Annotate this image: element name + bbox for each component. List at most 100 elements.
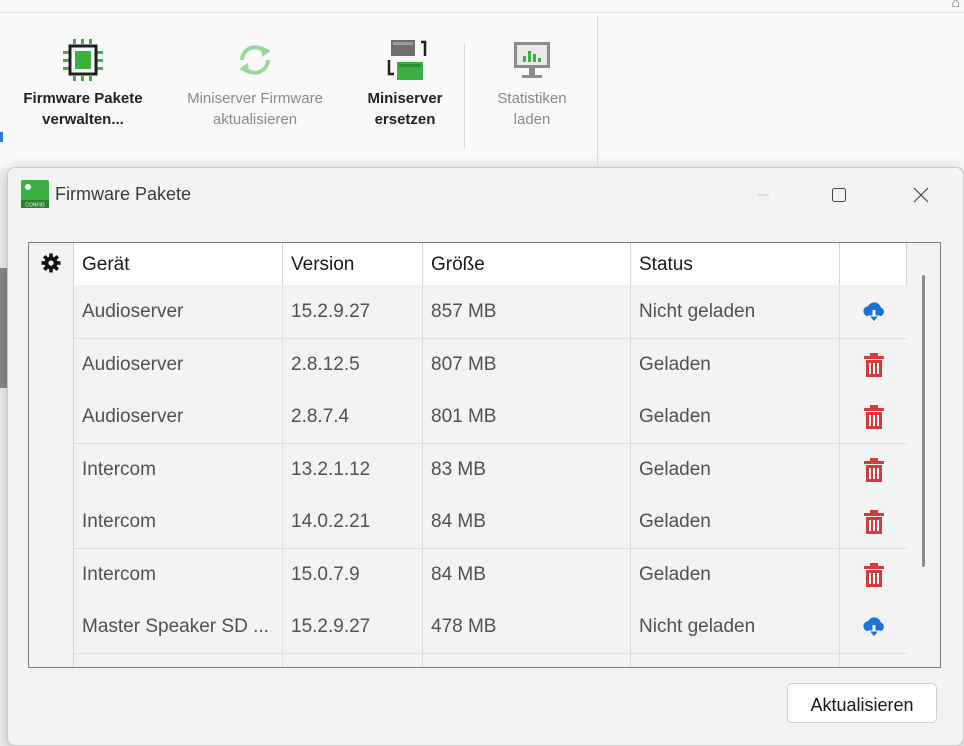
dialog-titlebar[interactable]: CONFIG Firmware Pakete <box>8 168 963 220</box>
cell-device: Audioserver <box>74 391 283 443</box>
cell-size: 807 MB <box>423 338 631 391</box>
maximize-button[interactable] <box>816 176 862 214</box>
delete-package-button[interactable] <box>840 496 907 548</box>
cell-device: Intercom <box>74 496 283 548</box>
table-row[interactable]: Intercom 13.2.1.12 83 MB Geladen <box>74 443 907 497</box>
dialog-title: Firmware Pakete <box>55 184 192 204</box>
ribbon-label-line1: Miniserver Firmware <box>187 90 323 107</box>
table-row[interactable]: Intercom 15.0.7.9 84 MB Geladen <box>74 548 907 602</box>
download-package-button[interactable] <box>840 286 907 338</box>
config-app-icon: CONFIG <box>21 180 49 208</box>
replace-miniserver-button[interactable]: Miniserver ersetzen <box>355 38 455 130</box>
scrollbar-thumb[interactable] <box>922 275 925 567</box>
cell-device: Audioserver <box>74 338 283 391</box>
close-icon <box>913 187 929 203</box>
cell-status: Geladen <box>631 443 840 496</box>
cell-empty <box>423 653 631 667</box>
column-header-size[interactable]: Größe <box>423 243 631 285</box>
cell-size: 84 MB <box>423 548 631 601</box>
cell-status: Nicht geladen <box>631 601 840 653</box>
update-miniserver-firmware-button[interactable]: Miniserver Firmware aktualisieren <box>163 38 347 130</box>
table-row[interactable] <box>74 653 907 667</box>
refresh-button[interactable]: Aktualisieren <box>787 683 937 723</box>
ribbon-edge-indicator <box>0 132 3 142</box>
cell-empty <box>74 653 283 667</box>
manage-firmware-packages-button[interactable]: Firmware Pakete verwalten... <box>8 38 158 130</box>
table-row[interactable]: Audioserver 15.2.9.27 857 MB Nicht geladen <box>74 286 907 339</box>
table-row[interactable]: Audioserver 2.8.12.5 807 MB Geladen <box>74 338 907 392</box>
ribbon-label-line1: Firmware Pakete <box>23 90 143 107</box>
cell-size: 857 MB <box>423 286 631 338</box>
cell-version: 15.2.9.27 <box>283 286 423 338</box>
ribbon: ⌂ Firmware Pakete verwalten... Miniserve… <box>0 0 964 168</box>
cell-size: 801 MB <box>423 391 631 443</box>
cell-size: 478 MB <box>423 601 631 653</box>
cell-status: Geladen <box>631 338 840 391</box>
firmware-packages-dialog: CONFIG Firmware Pakete Gerät Version Grö… <box>7 167 964 746</box>
cell-empty <box>631 653 840 667</box>
ribbon-group-firmware: Firmware Pakete verwalten... Miniserver … <box>0 16 598 166</box>
chip-icon <box>63 39 103 81</box>
statistics-chart-icon <box>514 42 550 78</box>
trash-icon <box>863 457 884 482</box>
delete-package-button[interactable] <box>840 339 907 391</box>
close-button[interactable] <box>898 176 944 214</box>
trash-icon <box>863 352 884 377</box>
cell-status: Nicht geladen <box>631 286 840 338</box>
table-row[interactable]: Intercom 14.0.2.21 84 MB Geladen <box>74 496 907 549</box>
cell-device: Intercom <box>74 443 283 496</box>
ribbon-top-divider <box>0 12 964 13</box>
cell-device: Intercom <box>74 548 283 601</box>
trash-icon <box>869 666 878 667</box>
ribbon-separator <box>464 44 465 148</box>
table-row[interactable]: Audioserver 2.8.7.4 801 MB Geladen <box>74 391 907 444</box>
ribbon-label-line1: Miniserver <box>367 90 443 107</box>
trash-icon <box>863 510 884 534</box>
refresh-cycle-icon <box>239 45 271 75</box>
user-icon: ⌂ <box>951 0 960 10</box>
ribbon-label-line2: aktualisieren <box>212 111 298 128</box>
download-package-button[interactable] <box>840 601 907 653</box>
gear-icon[interactable] <box>41 253 61 273</box>
cell-device: Audioserver <box>74 286 283 338</box>
cell-version: 2.8.12.5 <box>283 338 423 391</box>
maximize-icon <box>832 188 846 202</box>
ribbon-label-line2: laden <box>513 111 551 128</box>
trash-icon <box>863 405 884 429</box>
minimize-button[interactable] <box>740 176 786 214</box>
delete-package-button[interactable] <box>840 391 907 443</box>
cell-version: 13.2.1.12 <box>283 443 423 496</box>
row-header-column <box>29 243 74 667</box>
cell-version: 2.8.7.4 <box>283 391 423 443</box>
delete-package-button[interactable] <box>840 654 907 667</box>
delete-package-button[interactable] <box>840 549 907 601</box>
ribbon-label-line2: ersetzen <box>374 111 436 128</box>
cell-version: 15.2.9.27 <box>283 601 423 653</box>
delete-package-button[interactable] <box>840 444 907 496</box>
cell-version: 15.0.7.9 <box>283 548 423 601</box>
minimize-icon <box>757 194 769 196</box>
cell-status: Geladen <box>631 496 840 548</box>
table-header: Gerät Version Größe Status <box>74 243 907 285</box>
ribbon-label-line1: Statistiken <box>497 90 567 107</box>
cell-size: 84 MB <box>423 496 631 548</box>
column-header-device[interactable]: Gerät <box>74 243 283 285</box>
load-statistics-button[interactable]: Statistiken laden <box>476 38 588 130</box>
swap-devices-icon <box>387 40 427 80</box>
cell-empty <box>283 653 423 667</box>
cell-status: Geladen <box>631 548 840 601</box>
cell-device: Master Speaker SD ... <box>74 601 283 653</box>
download-cloud-icon <box>862 302 884 323</box>
column-header-status[interactable]: Status <box>631 243 840 285</box>
table-row[interactable]: Master Speaker SD ... 15.2.9.27 478 MB Nich… <box>74 601 907 654</box>
firmware-table: Gerät Version Größe Status Audioserver 15… <box>28 242 941 668</box>
svg-text:CONFIG: CONFIG <box>25 203 45 209</box>
cell-status: Geladen <box>631 391 840 443</box>
ribbon-label-line2: verwalten... <box>42 111 124 128</box>
cell-version: 14.0.2.21 <box>283 496 423 548</box>
column-header-version[interactable]: Version <box>283 243 423 285</box>
column-header-actions <box>840 243 907 285</box>
download-cloud-icon <box>862 617 884 638</box>
trash-icon <box>863 562 884 587</box>
cell-size: 83 MB <box>423 443 631 496</box>
